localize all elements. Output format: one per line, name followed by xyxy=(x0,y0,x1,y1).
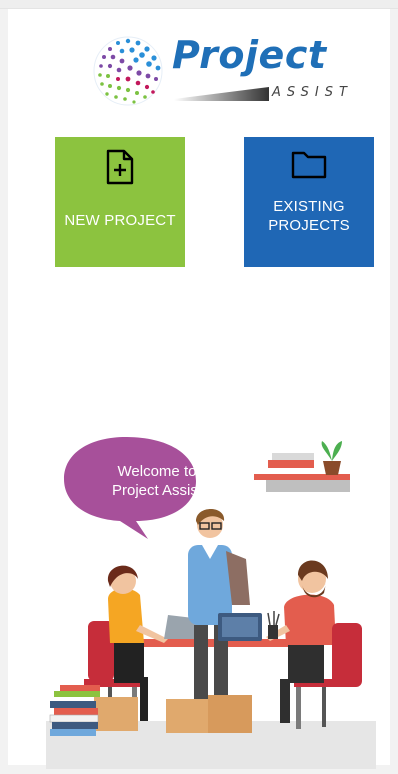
existing-projects-button[interactable]: EXISTING PROJECTS xyxy=(244,137,374,267)
folder-icon xyxy=(291,151,327,179)
logo-subtitle: ASSIST xyxy=(272,85,353,100)
welcome-bubble-text: Welcome to Project Assist xyxy=(111,463,203,499)
app-screen: Project ASSIST NEW PROJECT EXISTING PROJ… xyxy=(8,9,390,769)
existing-projects-label: EXISTING PROJECTS xyxy=(268,198,350,234)
app-logo: Project ASSIST xyxy=(92,33,353,107)
status-bar xyxy=(0,0,398,9)
globe-logo-icon xyxy=(93,36,163,106)
logo-wordmark: Project xyxy=(172,33,327,77)
file-plus-icon xyxy=(106,149,134,185)
new-project-button[interactable]: NEW PROJECT xyxy=(55,137,185,267)
new-project-label: NEW PROJECT xyxy=(64,212,176,229)
welcome-illustration: Welcome to Project Assist xyxy=(36,429,386,769)
